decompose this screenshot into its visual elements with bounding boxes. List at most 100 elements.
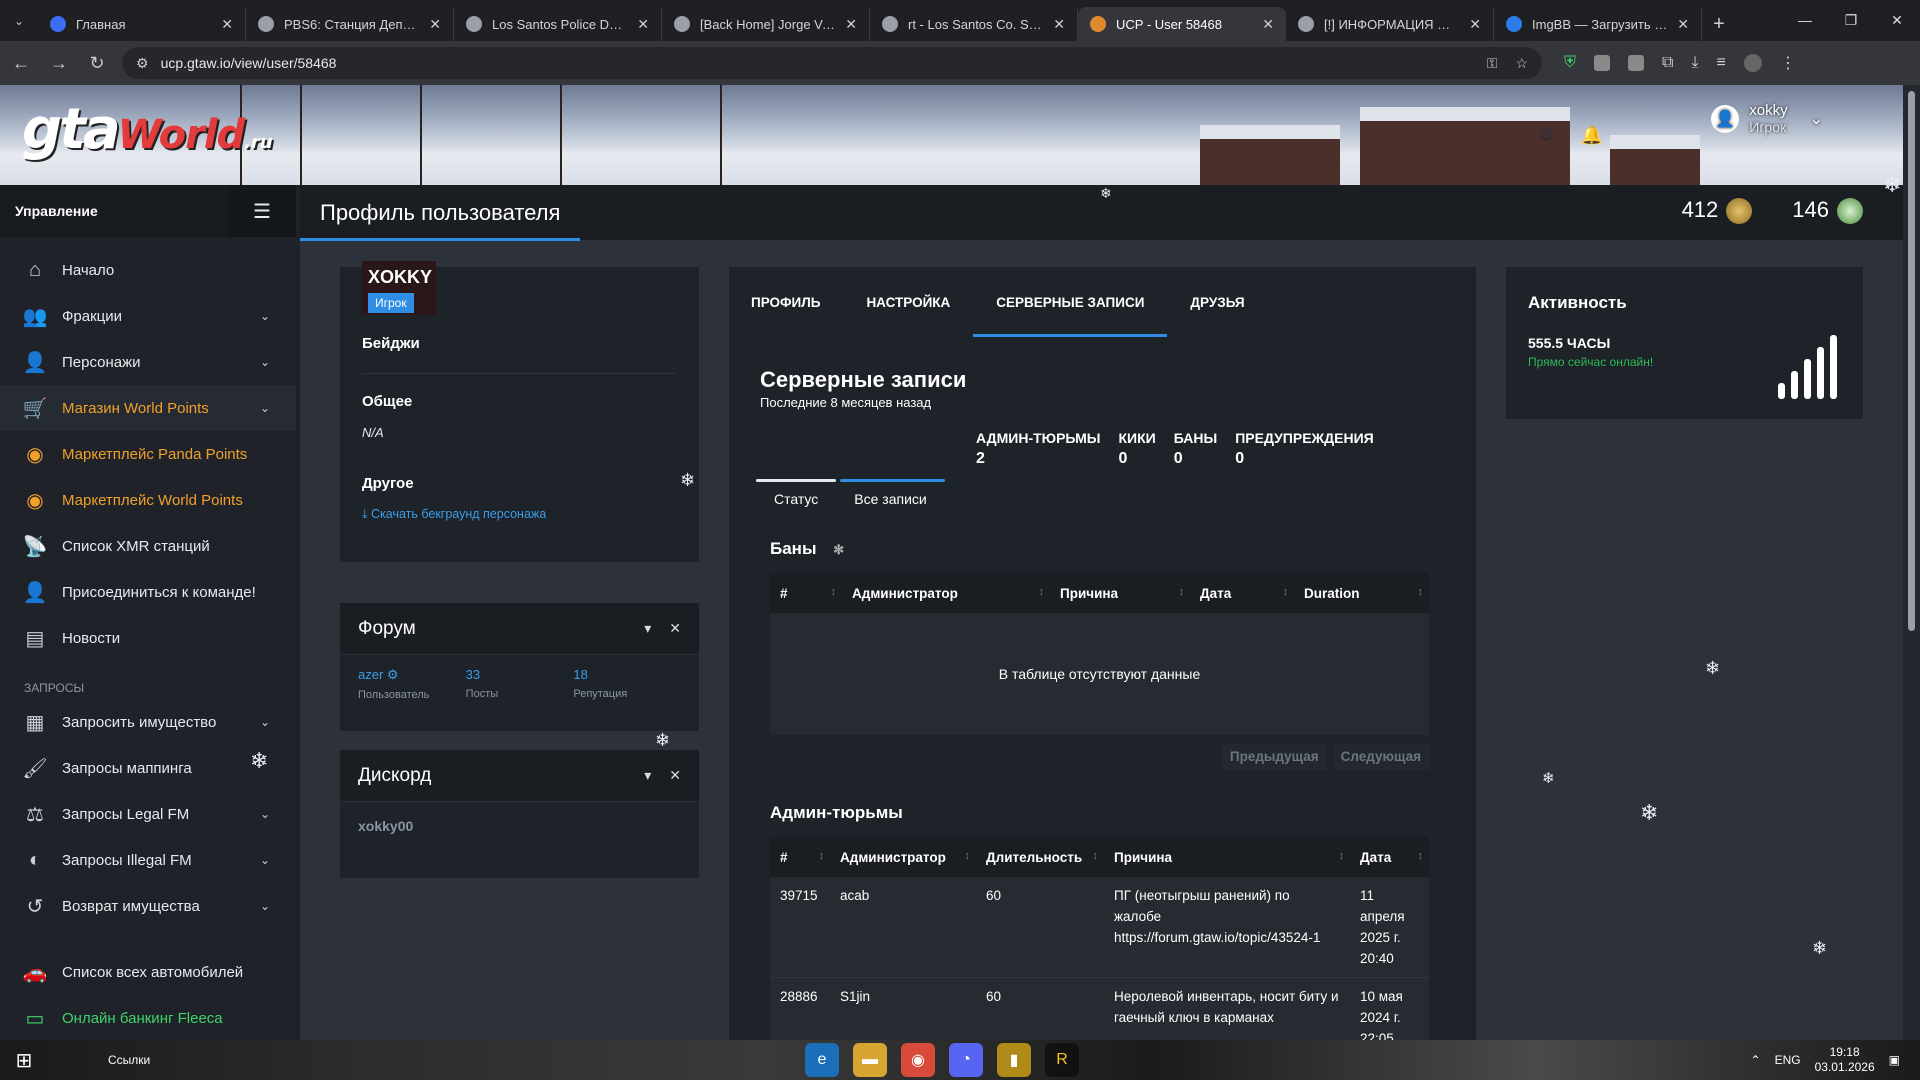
profile-tab[interactable]: ПРОФИЛЬ [751, 267, 843, 337]
browser-tab[interactable]: rt - Los Santos Co. Sheriff ✕ [870, 7, 1078, 41]
tab-close-icon[interactable]: ✕ [1262, 16, 1274, 33]
tray-chevron-icon[interactable]: ⌃ [1751, 1053, 1761, 1067]
prev-page-button[interactable]: Предыдущая [1221, 743, 1327, 770]
sidebar-item[interactable]: ▭ Онлайн банкинг Fleeca [0, 995, 296, 1041]
forward-icon[interactable]: → [42, 46, 76, 80]
forum-username[interactable]: azer ⚙ [358, 667, 466, 683]
tab-search-icon[interactable]: ⌄ [0, 0, 38, 41]
chrome-icon[interactable]: ◉ [901, 1043, 935, 1077]
sidebar-item[interactable]: 👤 Присоединиться к команде! [0, 569, 296, 615]
profile-tab[interactable]: НАСТРОЙКА [843, 267, 973, 337]
site-info-icon[interactable]: ⚙ [136, 55, 149, 72]
download-icon[interactable]: ⤓ [1691, 54, 1698, 72]
column-header[interactable]: Администратор [842, 586, 1050, 601]
column-header[interactable]: Причина [1104, 850, 1350, 865]
clock-date: 03.01.2026 [1814, 1060, 1875, 1074]
profile-tab[interactable]: СЕРВЕРНЫЕ ЗАПИСИ [973, 267, 1168, 337]
sidebar-item[interactable]: 📡 Список XMR станций [0, 523, 296, 569]
sidebar-item[interactable]: 🛒 Магазин World Points ⌄ [0, 385, 296, 431]
extension-icon[interactable] [1628, 55, 1645, 71]
sidebar-item[interactable]: ◉ Маркетплейс World Points [0, 477, 296, 523]
column-header[interactable]: # [770, 850, 830, 865]
sidebar-item[interactable]: ⌂ Начало [0, 247, 296, 293]
logo-ru-text: .ru [244, 132, 273, 153]
browser-tab[interactable]: [Back Home] Jorge Valdez ✕ [662, 7, 870, 41]
records-title: Серверные записи [760, 367, 967, 392]
bookmark-star-icon[interactable]: ☆ [1515, 55, 1528, 72]
hamburger-menu-icon[interactable]: ☰ [228, 185, 296, 237]
rockstar-launcher-icon[interactable]: R [1045, 1043, 1079, 1077]
tab-close-icon[interactable]: ✕ [1677, 16, 1689, 33]
tab-close-icon[interactable]: ✕ [1469, 16, 1481, 33]
game-launcher-icon[interactable]: ▮ [997, 1043, 1031, 1077]
restore-icon[interactable]: ❐ [1828, 0, 1874, 40]
discord-app-icon[interactable]: ◔ [949, 1043, 983, 1077]
settings-gear-icon[interactable]: ⚙ [1538, 125, 1554, 146]
tab-close-icon[interactable]: ✕ [221, 16, 233, 33]
password-key-icon[interactable]: ⚿ [1487, 55, 1498, 72]
sidebar-item[interactable]: 👥 Фракции ⌄ [0, 293, 296, 339]
browser-tab[interactable]: Los Santos Police Departm ✕ [454, 7, 662, 41]
browser-tab[interactable]: [!] ИНФОРМАЦИЯ ПО П ✕ [1286, 7, 1494, 41]
close-icon[interactable]: ✕ [669, 767, 681, 784]
browser-tab[interactable]: Главная ✕ [38, 7, 246, 41]
browser-menu-icon[interactable]: ⋮ [1780, 53, 1796, 73]
minimize-icon[interactable]: — [1782, 0, 1828, 40]
tab-close-icon[interactable]: ✕ [845, 16, 857, 33]
reload-icon[interactable]: ↻ [80, 46, 114, 80]
edge-browser-icon[interactable]: e [805, 1043, 839, 1077]
tab-close-icon[interactable]: ✕ [429, 16, 441, 33]
notifications-bell-icon[interactable]: 🔔 [1581, 125, 1603, 146]
shield-extension-icon[interactable]: ⛨ [1564, 54, 1576, 72]
close-icon[interactable]: ✕ [669, 620, 681, 637]
scrollbar-thumb[interactable] [1908, 91, 1915, 631]
sidebar-item[interactable]: 🚗 Список всех автомобилей [0, 949, 296, 995]
media-control-icon[interactable]: ≡ [1717, 54, 1726, 72]
subtab-status[interactable]: Статус [756, 479, 837, 519]
language-indicator[interactable]: ENG [1775, 1053, 1801, 1067]
tab-close-icon[interactable]: ✕ [1053, 16, 1065, 33]
column-header[interactable]: Причина [1050, 586, 1190, 601]
tab-close-icon[interactable]: ✕ [637, 16, 649, 33]
column-header[interactable]: Дата [1350, 850, 1429, 865]
download-background-link[interactable]: ⤓ Скачать бекграунд персонажа [362, 507, 546, 522]
column-header[interactable]: # [770, 586, 842, 601]
profile-tab[interactable]: ДРУЗЬЯ [1167, 267, 1267, 337]
sidebar-item[interactable]: ▤ Новости [0, 615, 296, 661]
collapse-icon[interactable]: ▾ [644, 620, 651, 637]
sidebar-item[interactable]: ▦ Запросить имущество ⌄ [0, 699, 296, 745]
new-tab-button[interactable]: + [1702, 7, 1736, 41]
collapse-icon[interactable]: ▾ [644, 767, 651, 784]
page-scrollbar[interactable] [1903, 85, 1920, 1040]
windows-start-icon[interactable]: ⊞ [0, 1048, 48, 1073]
next-page-button[interactable]: Следующая [1332, 743, 1429, 770]
taskbar-links[interactable]: Ссылки [108, 1053, 150, 1067]
sidebar-item[interactable]: ⚖ Запросы Legal FM ⌄ [0, 791, 296, 837]
close-window-icon[interactable]: ✕ [1874, 0, 1920, 40]
taskbar-clock[interactable]: 19:18 03.01.2026 [1815, 1045, 1875, 1075]
puzzle-extension-icon[interactable]: ⧉ [1662, 54, 1673, 72]
online-status: Прямо сейчас онлайн! [1528, 355, 1654, 369]
sidebar-item[interactable]: 👤 Персонажи ⌄ [0, 339, 296, 385]
column-header[interactable]: Дата [1190, 586, 1294, 601]
address-bar[interactable]: ⚙ ucp.gtaw.io/view/user/58468 ⚿ ☆ [122, 47, 1542, 79]
sidebar-item[interactable]: ↺ Возврат имущества ⌄ [0, 883, 296, 929]
column-header[interactable]: Администратор [830, 850, 976, 865]
sidebar-item[interactable]: ◐ Запросы Illegal FM ⌄ [0, 837, 296, 883]
file-explorer-icon[interactable]: ▬ [853, 1043, 887, 1077]
subtab-all-records[interactable]: Все записи [836, 479, 946, 519]
column-header[interactable]: Длительность [976, 850, 1104, 865]
profile-name-badge: XOKKY Игрок [362, 261, 436, 315]
notification-icon[interactable]: ▣ [1889, 1053, 1900, 1067]
back-icon[interactable]: ← [4, 46, 38, 80]
browser-tab[interactable]: UCP - User 58468 ✕ [1078, 7, 1286, 41]
column-header[interactable]: Duration [1294, 586, 1429, 601]
browser-tab[interactable]: ImgBB — Загрузить Изоб ✕ [1494, 7, 1702, 41]
user-menu[interactable]: 👤 xokky Игрок ⌄ [1711, 103, 1823, 135]
site-logo[interactable]: gtaWorld.ru [22, 97, 273, 162]
profile-avatar-icon[interactable] [1743, 54, 1762, 72]
forum-posts-value: 33 [465, 667, 481, 682]
browser-tab[interactable]: PBS6: Станция Департа ✕ [246, 7, 454, 41]
sidebar-item[interactable]: ◉ Маркетплейс Panda Points [0, 431, 296, 477]
qr-extension-icon[interactable] [1594, 55, 1611, 71]
